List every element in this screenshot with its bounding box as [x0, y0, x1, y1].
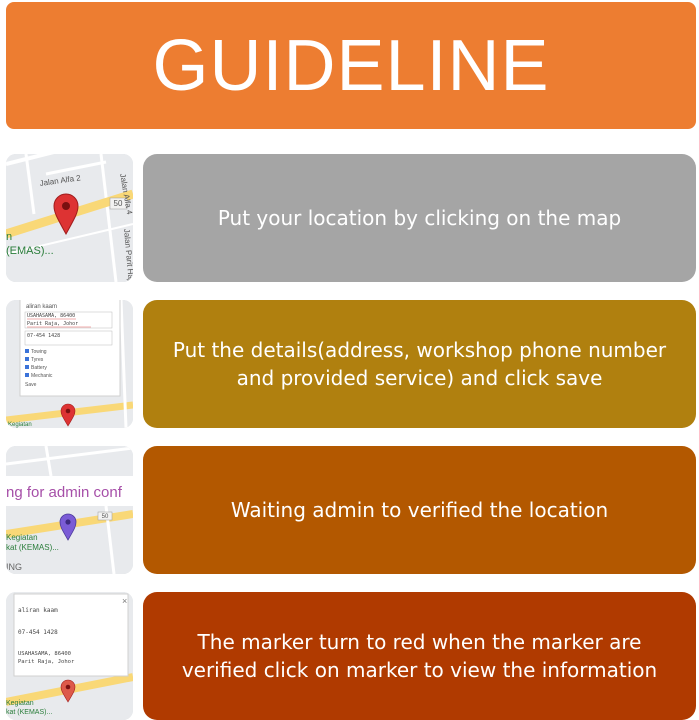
- svg-text:Kegiatan: Kegiatan: [6, 533, 38, 542]
- close-icon[interactable]: ×: [122, 596, 127, 606]
- option-towing: Towing: [31, 349, 47, 355]
- phone-value: 07-454 1428: [27, 333, 60, 339]
- svg-text:Kegiatan: Kegiatan: [6, 700, 34, 707]
- svg-text:Kegiatan: Kegiatan: [8, 422, 32, 428]
- svg-text:n: n: [6, 231, 12, 243]
- step-4-text: The marker turn to red when the marker a…: [181, 630, 658, 682]
- pending-banner: ng for admin conf: [6, 484, 123, 501]
- step-3-text: Waiting admin to verified the location: [230, 498, 609, 522]
- address-line-2: Parit Raja, Johor: [27, 321, 78, 327]
- svg-text:(EMAS)...: (EMAS)...: [6, 245, 54, 257]
- step-1: Put your location by clicking on the map: [143, 154, 696, 282]
- option-tyres: Tyres: [31, 357, 44, 363]
- road-number: 50: [114, 199, 123, 208]
- step-1-text: Put your location by clicking on the map: [217, 206, 622, 230]
- guideline-header: GUIDELINE: [6, 2, 696, 129]
- svg-text:ING: ING: [6, 562, 22, 572]
- svg-text:kat (KEMAS)...: kat (KEMAS)...: [6, 543, 59, 552]
- map-thumbnail-verified: × aliran kaam 07-454 1428 USAHASAMA, 864…: [6, 592, 133, 720]
- info-name: aliran kaam: [18, 607, 58, 614]
- option-battery: Battery: [31, 365, 47, 371]
- info-address-2: Parit Raja, Johor: [18, 659, 75, 665]
- step-4: The marker turn to red when the marker a…: [143, 592, 696, 720]
- save-button[interactable]: Save: [25, 382, 37, 388]
- header-title: GUIDELINE: [152, 25, 550, 106]
- step-2: Put the details(address, workshop phone …: [143, 300, 696, 428]
- map-thumbnail-waiting: ng for admin conf 50 Kegiatan kat (KEMAS…: [6, 446, 133, 574]
- svg-text:50: 50: [102, 514, 109, 520]
- popup-name: aliran kaam: [26, 304, 57, 310]
- svg-text:kat (KEMAS)...: kat (KEMAS)...: [6, 709, 52, 716]
- info-phone: 07-454 1428: [18, 629, 58, 636]
- address-line-1: USAHASAMA, 86400: [27, 313, 75, 319]
- map-thumbnail-click: 50 Jalan Alfa 2 Jalan Alfa 4 Jalan Parit…: [6, 154, 133, 282]
- option-mechanic: Mechanic: [31, 373, 53, 379]
- step-2-text: Put the details(address, workshop phone …: [172, 338, 667, 390]
- step-3: Waiting admin to verified the location: [143, 446, 696, 574]
- map-thumbnail-details: aliran kaam USAHASAMA, 86400 Parit Raja,…: [6, 300, 133, 428]
- info-address-1: USAHASAMA, 86400: [18, 651, 71, 657]
